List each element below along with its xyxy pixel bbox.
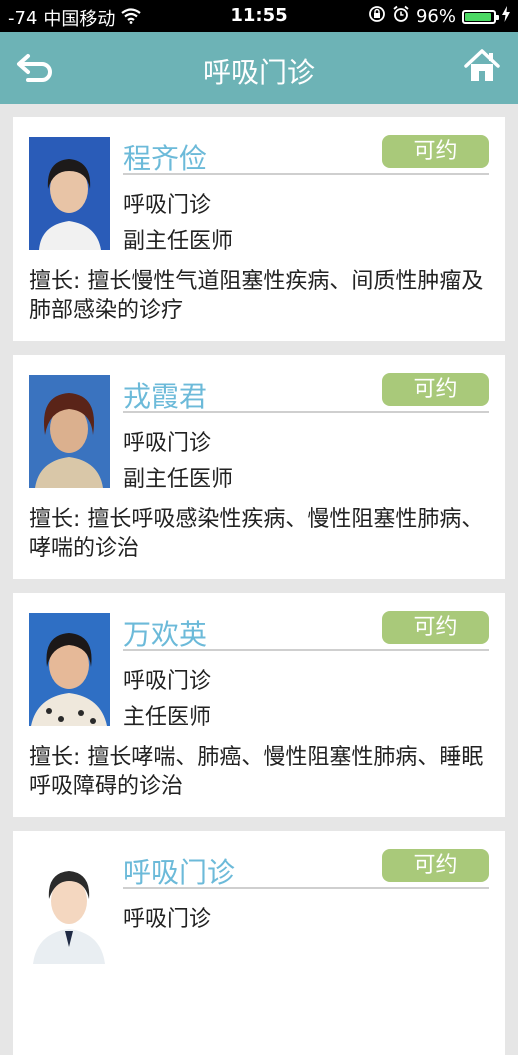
status-bar: -74 中国移动 11:55 96% [0,0,518,32]
book-button[interactable]: 可约 [382,611,489,644]
charging-icon [502,6,510,27]
doctor-title: 副主任医师 [123,467,234,492]
doctor-department: 呼吸门诊 [123,431,212,456]
home-button[interactable] [464,48,500,84]
doctor-photo [29,375,110,488]
doctor-specialty: 擅长: 擅长呼吸感染性疾病、慢性阻塞性肺病、哮喘的诊治 [29,507,484,561]
home-icon [464,49,500,81]
divider [123,173,489,175]
book-button[interactable]: 可约 [382,849,489,882]
doctor-name: 程齐俭 [123,142,208,175]
orientation-lock-icon [368,5,386,28]
doctor-photo [29,851,110,964]
doctor-card[interactable]: 戎霞君 可约 呼吸门诊 副主任医师 擅长: 擅长呼吸感染性疾病、慢性阻塞性肺病、… [13,355,505,579]
alarm-icon [392,5,410,28]
doctor-card[interactable]: 万欢英 可约 呼吸门诊 主任医师 擅长: 擅长哮喘、肺癌、慢性阻塞性肺病、睡眠呼… [13,593,505,817]
book-button[interactable]: 可约 [382,135,489,168]
book-button[interactable]: 可约 [382,373,489,406]
doctor-name: 呼吸门诊 [123,856,236,889]
status-right: 96% [368,5,510,28]
doctor-card[interactable]: 程齐俭 可约 呼吸门诊 副主任医师 擅长: 擅长慢性气道阻塞性疾病、间质性肿瘤及… [13,117,505,341]
battery-icon [462,9,499,24]
doctor-photo [29,613,110,726]
nav-bar: 呼吸门诊 [0,32,518,104]
divider [123,649,489,651]
doctor-department: 呼吸门诊 [123,669,212,694]
doctor-specialty: 擅长: 擅长哮喘、肺癌、慢性阻塞性肺病、睡眠呼吸障碍的诊治 [29,745,484,799]
doctor-title: 副主任医师 [123,229,234,254]
doctor-card[interactable]: 呼吸门诊 可约 呼吸门诊 [13,831,505,1055]
doctor-name: 万欢英 [123,618,208,651]
divider [123,411,489,413]
page-title: 呼吸门诊 [202,56,315,89]
doctor-department: 呼吸门诊 [123,907,212,932]
battery-percent: 96% [415,6,456,27]
doctor-name: 戎霞君 [123,380,208,413]
doctor-specialty: 擅长: 擅长慢性气道阻塞性疾病、间质性肿瘤及肺部感染的诊疗 [29,269,484,323]
doctor-title: 主任医师 [123,705,212,730]
doctor-department: 呼吸门诊 [123,193,212,218]
doctor-photo [29,137,110,250]
battery-fill [465,12,492,21]
divider [123,887,489,889]
